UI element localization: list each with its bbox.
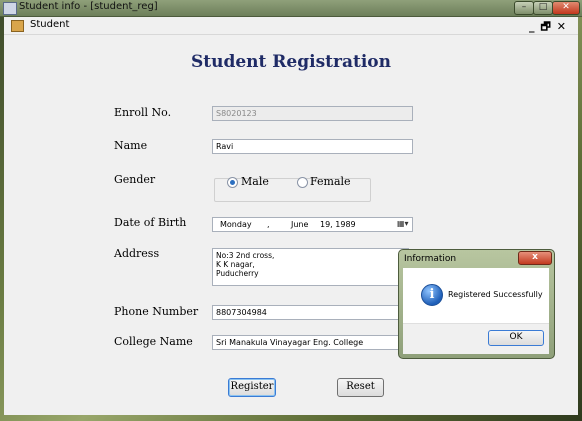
app-icon [3,2,17,15]
window-title: Student info - [student_reg] [19,1,158,12]
dialog-body: i Registered Successfully [403,268,549,323]
address-line: K K nagar, [216,260,255,269]
gender-label: Gender [114,173,156,186]
female-label[interactable]: Female [310,175,351,188]
form-icon [11,20,24,32]
name-label: Name [114,139,148,152]
dob-weekday: Monday [220,220,252,229]
phone-field[interactable]: 8807304984 [212,305,406,320]
dob-label: Date of Birth [114,216,187,229]
address-line: No:3 2nd cross, [216,251,275,260]
maximize-button[interactable]: □ [533,1,553,15]
enroll-label: Enroll No. [114,106,172,119]
ok-button[interactable]: OK [488,330,544,346]
dialog-message: Registered Successfully [448,290,543,299]
info-icon: i [421,284,443,306]
information-dialog: Information x i Registered Successfully … [398,249,555,359]
dialog-title: Information [404,254,457,264]
mdi-restore-icon[interactable]: 🗗 [540,20,556,33]
phone-label: Phone Number [114,305,199,318]
male-label[interactable]: Male [241,175,269,188]
address-line: Puducherry [216,269,259,278]
dob-month: June [291,220,309,229]
mdi-child-title: Student [30,19,70,30]
register-button[interactable]: Register [228,378,276,397]
reset-button[interactable]: Reset [337,378,384,397]
address-label: Address [114,247,160,260]
dialog-close-button[interactable]: x [518,251,552,265]
college-field[interactable]: Sri Manakula Vinayagar Eng. College [212,335,406,350]
page-title: Student Registration [190,52,391,72]
minimize-button[interactable]: – [514,1,534,15]
close-button[interactable]: ✕ [552,1,580,15]
enroll-field[interactable]: S8020123 [212,106,413,121]
mdi-minimize-icon[interactable]: _ [529,20,541,33]
mdi-close-icon[interactable]: ✕ [557,20,572,33]
college-label: College Name [114,335,193,348]
name-field[interactable]: Ravi [212,139,413,154]
calendar-dropdown-icon[interactable]: ▦▾ [397,219,411,229]
mdi-child-bar: Student _🗗✕ [4,17,578,35]
female-radio[interactable] [297,177,308,188]
window-title-bar[interactable]: Student info - [student_reg] – □ ✕ [0,0,582,17]
dob-date-picker[interactable]: Monday , June 19, 1989 ▦▾ [212,217,413,232]
dob-separator: , [267,220,270,229]
address-field[interactable]: No:3 2nd cross, K K nagar, Puducherry [212,248,409,286]
dob-day-year: 19, 1989 [320,220,356,229]
male-radio[interactable] [227,177,238,188]
dialog-footer: OK [403,323,549,354]
